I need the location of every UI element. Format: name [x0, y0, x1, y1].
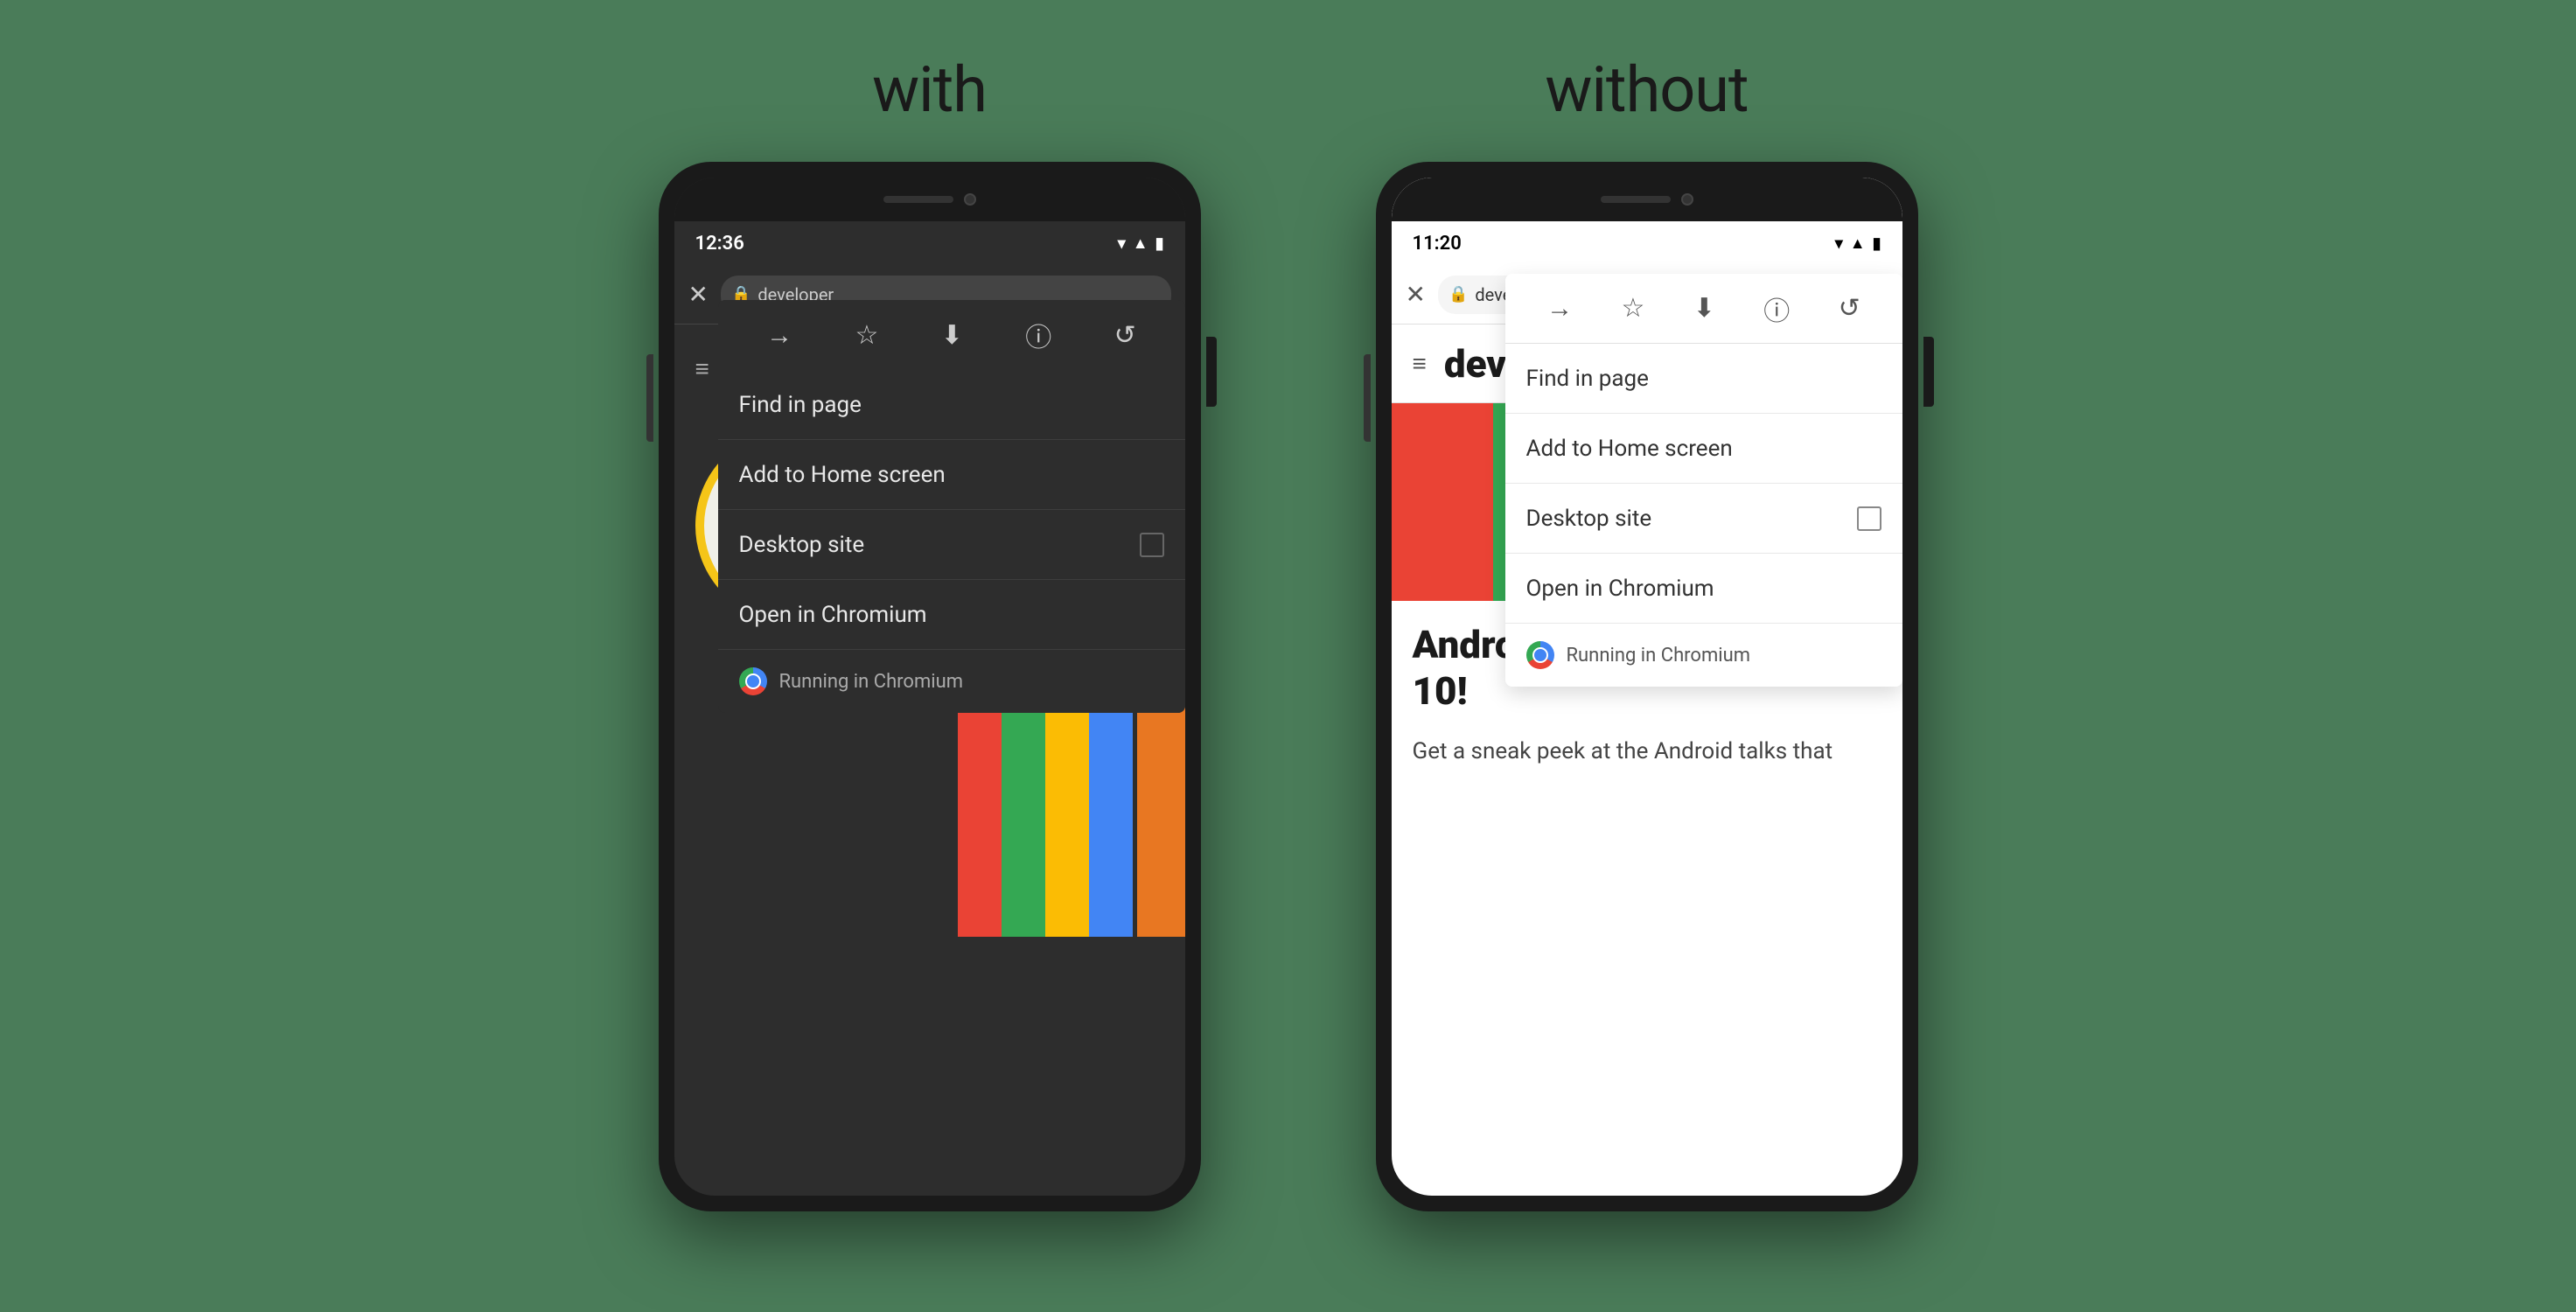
signal-icon-right: ▲: [1850, 234, 1866, 253]
left-status-icons: ▾ ▲ ▮: [1118, 234, 1164, 253]
right-article-subtitle: Get a sneak peek at the Android talks th…: [1413, 736, 1881, 767]
chromium-logo-left: [739, 667, 767, 695]
speaker-bar-left: [883, 196, 953, 203]
forward-icon-left[interactable]: →: [766, 320, 792, 351]
right-chromium-footer: Running in Chromium: [1505, 624, 1902, 687]
left-status-bar: 12:36 ▾ ▲ ▮: [674, 221, 1185, 265]
power-button-right: [1923, 337, 1934, 407]
right-title: without: [1545, 52, 1748, 127]
right-menu-icons-bar: → ☆ ⬇ ⓘ ↺: [1505, 274, 1902, 344]
left-add-to-home[interactable]: Add to Home screen: [718, 440, 1185, 510]
left-overflow-menu: → ☆ ⬇ ⓘ ↺ Find in page Add to Home scree…: [718, 300, 1185, 713]
camera-dot-right: [1681, 193, 1693, 206]
left-phone-top-bar: [674, 178, 1185, 221]
left-open-in-chromium[interactable]: Open in Chromium: [718, 580, 1185, 650]
signal-icon-left: ▲: [1133, 234, 1148, 253]
right-lock-icon: 🔒: [1449, 285, 1468, 304]
volume-button-left: [646, 354, 653, 442]
left-find-in-page[interactable]: Find in page: [718, 370, 1185, 440]
battery-icon-left: ▮: [1155, 234, 1164, 253]
chromium-logo-right: [1526, 641, 1554, 669]
desktop-site-checkbox-left[interactable]: [1140, 533, 1164, 557]
bookmark-icon-right[interactable]: ☆: [1622, 293, 1645, 324]
right-add-to-home[interactable]: Add to Home screen: [1505, 414, 1902, 484]
right-column: without 11:20 ▾ ▲ ▮: [1376, 52, 1918, 1211]
desktop-site-checkbox-right[interactable]: [1857, 506, 1881, 531]
open-in-chromium-label-left: Open in Chromium: [739, 602, 927, 628]
forward-icon-right[interactable]: →: [1546, 293, 1573, 324]
speaker-bar-right: [1601, 196, 1671, 203]
refresh-icon-right[interactable]: ↺: [1839, 293, 1860, 324]
right-phone-inner: 11:20 ▾ ▲ ▮ ✕ 🔒 developer: [1392, 178, 1902, 1196]
right-open-in-chromium[interactable]: Open in Chromium: [1505, 554, 1902, 624]
right-hamburger-icon[interactable]: ≡: [1413, 349, 1427, 378]
left-desktop-site[interactable]: Desktop site: [718, 510, 1185, 580]
add-to-home-label-left: Add to Home screen: [739, 462, 946, 488]
find-in-page-label-left: Find in page: [739, 392, 862, 418]
battery-icon-right: ▮: [1873, 234, 1881, 253]
info-icon-right[interactable]: ⓘ: [1763, 290, 1790, 328]
right-desktop-site[interactable]: Desktop site: [1505, 484, 1902, 554]
info-icon-left[interactable]: ⓘ: [1025, 316, 1051, 354]
desktop-site-label-right: Desktop site: [1526, 506, 1652, 532]
download-icon-right[interactable]: ⬇: [1693, 293, 1715, 324]
wifi-icon-right: ▾: [1835, 234, 1843, 253]
right-phone-top-bar: [1392, 178, 1902, 221]
left-phone-frame: 12:36 ▾ ▲ ▮ ✕ 🔒 developer: [659, 162, 1201, 1211]
main-container: with 12:36 ▾ ▲ ▮: [0, 0, 2576, 1312]
find-in-page-label-right: Find in page: [1526, 366, 1649, 392]
right-time: 11:20: [1413, 233, 1462, 255]
left-title: with: [872, 52, 987, 127]
left-chromium-footer: Running in Chromium: [718, 650, 1185, 713]
left-close-tab-button[interactable]: ✕: [688, 280, 709, 309]
right-article-subtitle-area: Get a sneak peek at the Android talks th…: [1392, 736, 1902, 781]
right-overflow-menu: → ☆ ⬇ ⓘ ↺ Find in page Add to Home scree…: [1505, 274, 1902, 687]
running-in-chromium-left: Running in Chromium: [779, 671, 964, 693]
left-hamburger-icon[interactable]: ≡: [695, 354, 709, 383]
right-status-bar: 11:20 ▾ ▲ ▮: [1392, 221, 1902, 265]
add-to-home-label-right: Add to Home screen: [1526, 436, 1733, 462]
open-in-chromium-label-right: Open in Chromium: [1526, 576, 1714, 602]
left-menu-icons-bar: → ☆ ⬇ ⓘ ↺: [718, 300, 1185, 370]
camera-dot-left: [964, 193, 976, 206]
left-phone-inner: 12:36 ▾ ▲ ▮ ✕ 🔒 developer: [674, 178, 1185, 1196]
wifi-icon-left: ▾: [1118, 234, 1126, 253]
right-close-tab-button[interactable]: ✕: [1406, 280, 1426, 309]
left-time: 12:36: [695, 233, 744, 255]
bookmark-icon-left[interactable]: ☆: [855, 320, 879, 351]
refresh-icon-left[interactable]: ↺: [1114, 320, 1136, 351]
volume-button-right: [1364, 354, 1371, 442]
desktop-site-label-left: Desktop site: [739, 532, 865, 558]
power-button-left: [1206, 337, 1217, 407]
running-in-chromium-right: Running in Chromium: [1567, 645, 1751, 666]
right-find-in-page[interactable]: Find in page: [1505, 344, 1902, 414]
left-column: with 12:36 ▾ ▲ ▮: [659, 52, 1201, 1211]
right-phone-frame: 11:20 ▾ ▲ ▮ ✕ 🔒 developer: [1376, 162, 1918, 1211]
right-status-icons: ▾ ▲ ▮: [1835, 234, 1881, 253]
download-icon-left[interactable]: ⬇: [941, 320, 963, 351]
